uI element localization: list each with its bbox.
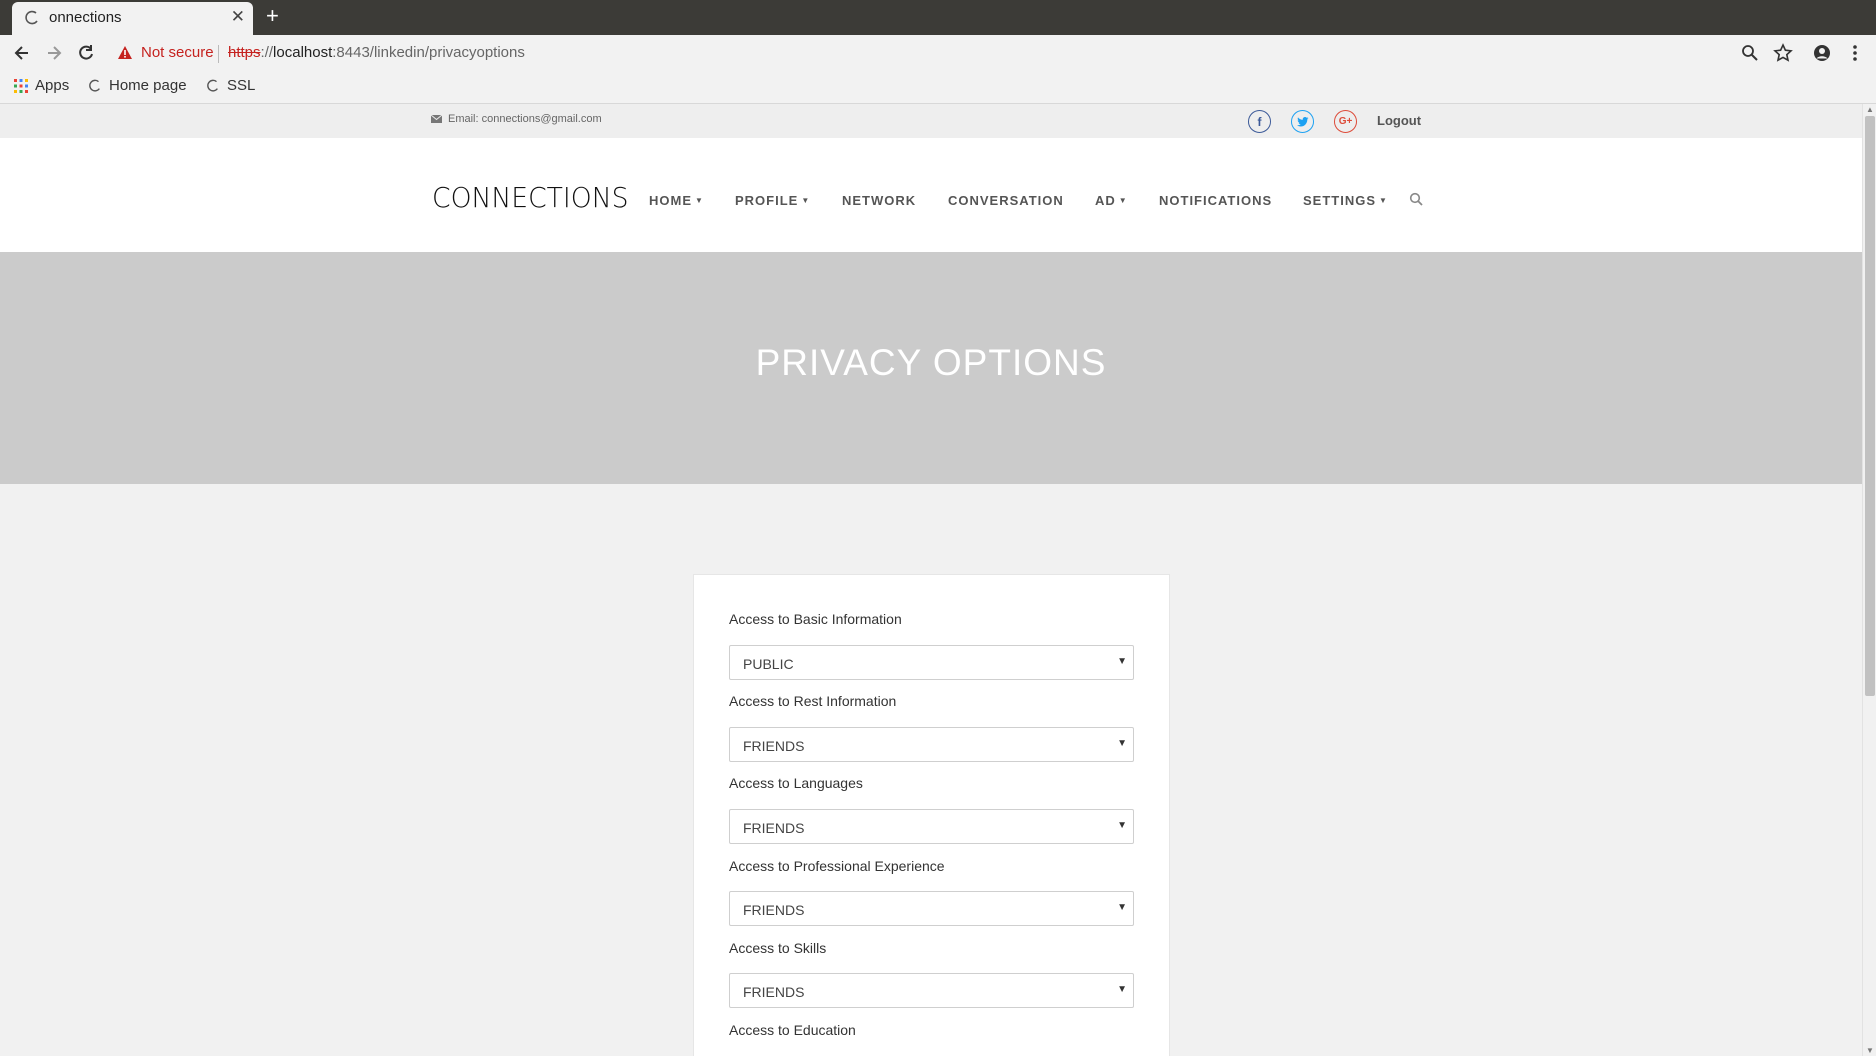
page-title: PRIVACY OPTIONS: [755, 342, 1107, 383]
field-label: Access to Basic Information: [729, 611, 902, 627]
scroll-up-icon[interactable]: ▲: [1866, 105, 1874, 114]
new-tab-icon[interactable]: +: [266, 3, 279, 29]
skills-select[interactable]: FRIENDS ▼: [729, 973, 1134, 1008]
tab-title: onnections: [49, 9, 122, 26]
scroll-down-icon[interactable]: ▼: [1866, 1046, 1874, 1055]
field-label: Access to Skills: [729, 940, 827, 956]
forward-icon[interactable]: [44, 43, 64, 63]
page-hero: PRIVACY OPTIONS: [0, 252, 1862, 484]
site-logo[interactable]: CONNECTIONS: [432, 181, 629, 214]
dropdown-arrow-icon: ▼: [1117, 902, 1127, 913]
bookmark-home-page[interactable]: Home page: [88, 77, 187, 94]
bookmark-favicon-icon: [89, 79, 100, 92]
url-host: localhost: [273, 44, 333, 61]
select-value: FRIENDS: [743, 984, 805, 1000]
nav-notifications[interactable]: NOTIFICATIONS: [1159, 193, 1272, 208]
bookmark-favicon-icon: [207, 79, 218, 92]
select-value: FRIENDS: [743, 738, 805, 754]
site-header: CONNECTIONS HOME ▼ PROFILE ▼ NETWORK CONVE…: [0, 138, 1862, 252]
scrollbar-thumb[interactable]: [1865, 116, 1875, 696]
bookmark-ssl[interactable]: SSL: [206, 77, 255, 94]
menu-dots-icon[interactable]: [1845, 43, 1865, 63]
nav-network[interactable]: NETWORK: [842, 193, 916, 208]
browser-tab-bar: onnections ✕ +: [0, 0, 1876, 35]
select-value: PUBLIC: [743, 656, 794, 672]
zoom-icon[interactable]: [1740, 43, 1760, 63]
url-path: :8443/linkedin/privacyoptions: [332, 44, 525, 61]
security-status[interactable]: Not secure: [141, 44, 214, 61]
page-scrollbar[interactable]: ▲ ▼: [1862, 104, 1876, 1056]
nav-conversation[interactable]: CONVERSATION: [948, 193, 1064, 208]
field-label: Access to Professional Experience: [729, 858, 945, 874]
back-icon[interactable]: [12, 43, 32, 63]
chevron-down-icon: ▼: [1118, 196, 1128, 205]
account-icon[interactable]: [1812, 43, 1832, 63]
professional-experience-select[interactable]: FRIENDS ▼: [729, 891, 1134, 926]
bookmark-label: SSL: [227, 77, 256, 94]
languages-select[interactable]: FRIENDS ▼: [729, 809, 1134, 844]
site-topbar: Email: connections@gmail.com f G+ Logout: [0, 104, 1862, 138]
field-label: Access to Rest Information: [729, 693, 897, 709]
url-scheme: https: [228, 44, 261, 61]
field-label: Access to Languages: [729, 775, 863, 791]
address-separator: [218, 45, 219, 63]
twitter-bird-icon: [1296, 116, 1308, 126]
rest-information-select[interactable]: FRIENDS ▼: [729, 727, 1134, 762]
nav-ad-label: AD: [1095, 193, 1116, 208]
bookmark-apps[interactable]: Apps: [14, 77, 69, 94]
select-value: FRIENDS: [743, 902, 805, 918]
chevron-down-icon: ▼: [1379, 196, 1388, 205]
logout-link[interactable]: Logout: [1377, 113, 1421, 128]
field-label: Access to Education: [729, 1022, 856, 1038]
nav-profile[interactable]: PROFILE ▼: [735, 193, 810, 208]
browser-toolbar: Not secure https://localhost:8443/linked…: [0, 35, 1876, 72]
google-plus-icon[interactable]: G+: [1334, 110, 1357, 133]
dropdown-arrow-icon: ▼: [1117, 738, 1127, 749]
bookmarks-bar: Apps Home page SSL: [0, 72, 1876, 104]
address-bar[interactable]: https://localhost:8443/linkedin/privacyo…: [228, 44, 525, 61]
select-value: FRIENDS: [743, 820, 805, 836]
browser-tab[interactable]: onnections ✕: [12, 2, 253, 35]
bookmark-label: Apps: [35, 77, 70, 94]
dropdown-arrow-icon: ▼: [1117, 984, 1127, 995]
nav-home-label: HOME: [649, 193, 692, 208]
chevron-down-icon: ▼: [695, 196, 704, 205]
bookmark-label: Home page: [109, 77, 187, 94]
nav-profile-label: PROFILE: [735, 193, 799, 208]
dropdown-arrow-icon: ▼: [1117, 820, 1127, 831]
tab-favicon-icon: [25, 10, 38, 25]
contact-email-text: Email: connections@gmail.com: [448, 113, 602, 125]
nav-settings[interactable]: SETTINGS ▼: [1303, 193, 1388, 208]
envelope-icon: [431, 115, 442, 123]
basic-information-select[interactable]: PUBLIC ▼: [729, 645, 1134, 680]
reload-icon[interactable]: [76, 43, 96, 63]
nav-home[interactable]: HOME ▼: [649, 193, 704, 208]
contact-email: Email: connections@gmail.com: [431, 113, 602, 125]
chevron-down-icon: ▼: [801, 196, 811, 205]
dropdown-arrow-icon: ▼: [1117, 656, 1127, 667]
facebook-icon[interactable]: f: [1248, 110, 1271, 133]
twitter-icon[interactable]: [1291, 110, 1314, 133]
privacy-options-form: Access to Basic Information PUBLIC ▼ Acc…: [693, 574, 1170, 1056]
tab-close-icon[interactable]: ✕: [231, 7, 245, 27]
search-icon[interactable]: [1409, 192, 1423, 206]
apps-grid-icon: [14, 78, 28, 93]
warning-icon: [118, 46, 132, 59]
star-icon[interactable]: [1773, 43, 1793, 63]
nav-settings-label: SETTINGS: [1303, 193, 1377, 208]
nav-ad[interactable]: AD ▼: [1095, 193, 1128, 208]
